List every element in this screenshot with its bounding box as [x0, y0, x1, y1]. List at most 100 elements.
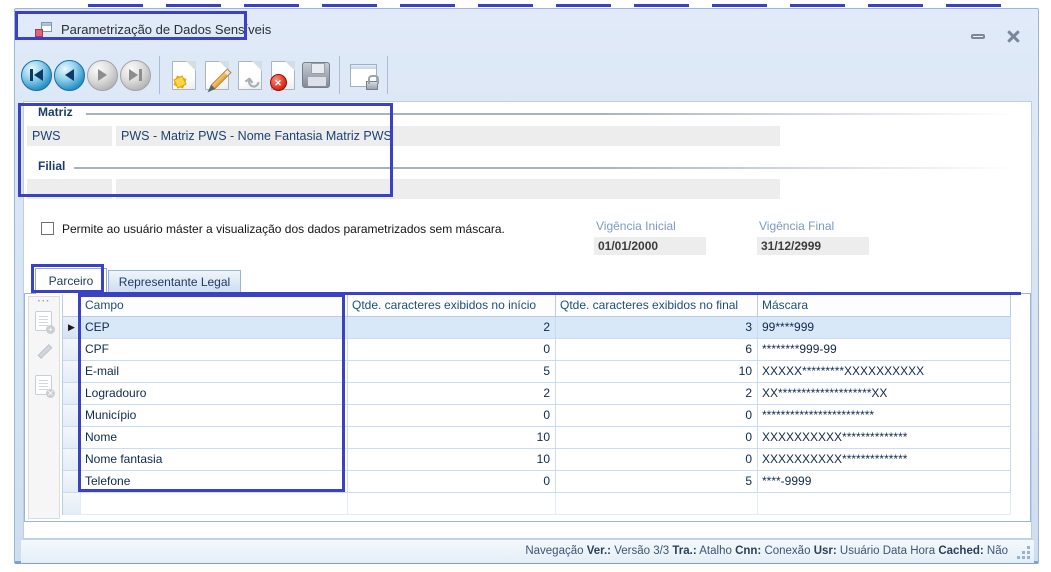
grid-header-inicio[interactable]: Qtde. caracteres exibidos no início	[348, 295, 556, 317]
filial-description-field[interactable]	[116, 179, 780, 199]
app-window: Parametrização de Dados Sensíveis ↶ ✕ Ma…	[14, 8, 1039, 564]
table-row[interactable]: ▶CEP2399****999	[63, 317, 1010, 339]
filial-group-label: Filial	[38, 159, 65, 173]
window-title: Parametrização de Dados Sensíveis	[61, 22, 271, 37]
row-selector-cell[interactable]	[63, 339, 81, 361]
row-selector-cell[interactable]	[63, 427, 81, 449]
cell-campo[interactable]: Telefone	[81, 471, 348, 493]
toolbar-separator	[339, 56, 340, 94]
nav-last-button[interactable]	[119, 55, 152, 95]
vigencia-inicial-label: Vigência Inicial	[596, 219, 676, 233]
cell-mascara[interactable]: XXXXXXXXXX**************	[758, 449, 1011, 471]
edit-record-button[interactable]	[200, 55, 233, 95]
row-delete-icon[interactable]: ✕	[35, 375, 52, 395]
nav-previous-icon	[54, 60, 85, 91]
cell-mascara[interactable]: XXXXXXXXXX**************	[758, 427, 1011, 449]
grid-header-campo[interactable]: Campo	[81, 295, 348, 317]
vigencia-inicial-value[interactable]: 01/01/2000	[594, 237, 706, 255]
nav-previous-button[interactable]	[53, 55, 86, 95]
table-row[interactable]: Nome100XXXXXXXXXX**************	[63, 427, 1010, 449]
edit-record-icon	[205, 61, 229, 90]
cell-qtde-final[interactable]: 5	[556, 471, 758, 493]
matriz-description-field[interactable]: PWS - Matriz PWS - Nome Fantasia Matriz …	[116, 126, 780, 146]
cell-qtde-final[interactable]: 3	[556, 317, 758, 339]
filial-group-line	[74, 167, 1017, 169]
nav-first-button[interactable]	[20, 55, 53, 95]
master-visibility-checkbox-label: Permite ao usuário máster a visualização…	[62, 222, 505, 236]
nav-last-icon	[120, 60, 151, 91]
cell-qtde-final[interactable]: 0	[556, 427, 758, 449]
statusbar-text: Navegação Ver.: Versão 3/3 Tra.: Atalho …	[525, 545, 1008, 557]
cell-qtde-final[interactable]: 10	[556, 361, 758, 383]
vigencia-final-value[interactable]: 31/12/2999	[757, 237, 869, 255]
save-button[interactable]	[299, 55, 332, 95]
cell-campo[interactable]: E-mail	[81, 361, 348, 383]
cell-campo[interactable]: CEP	[81, 317, 348, 339]
table-row[interactable]: Telefone05****-9999	[63, 471, 1010, 493]
cell-mascara[interactable]: 99****999	[758, 317, 1011, 339]
master-visibility-checkbox[interactable]	[41, 222, 54, 235]
new-record-button[interactable]	[167, 55, 200, 95]
cell-campo[interactable]: Nome fantasia	[81, 449, 348, 471]
delete-record-button[interactable]: ✕	[266, 55, 299, 95]
cell-mascara[interactable]: ****-9999	[758, 471, 1011, 493]
parametros-grid: Campo Qtde. caracteres exibidos no iníci…	[62, 295, 1010, 515]
row-selector-cell[interactable]: ▶	[63, 317, 81, 339]
row-edit-icon[interactable]	[38, 344, 53, 359]
cell-campo[interactable]: Nome	[81, 427, 348, 449]
lock-button[interactable]	[347, 55, 380, 95]
cell-campo[interactable]: Município	[81, 405, 348, 427]
row-selector-cell[interactable]	[63, 405, 81, 427]
toolbar-separator	[159, 56, 160, 94]
table-row[interactable]: Município00************************	[63, 405, 1010, 427]
cell-qtde-inicio[interactable]: 2	[348, 383, 556, 405]
tab-representante-legal[interactable]: Representante Legal	[108, 270, 241, 294]
row-selector-cell[interactable]	[63, 471, 81, 493]
table-row[interactable]: Nome fantasia100XXXXXXXXXX**************	[63, 449, 1010, 471]
tab-parceiro[interactable]: Parceiro	[35, 268, 107, 294]
table-row[interactable]: CPF06********999-99	[63, 339, 1010, 361]
toolbar: ↶ ✕	[15, 49, 1038, 101]
table-row[interactable]: Logradouro22XX********************XX	[63, 383, 1010, 405]
grid-header-final[interactable]: Qtde. caracteres exibidos no final	[556, 295, 758, 317]
cell-qtde-inicio[interactable]: 2	[348, 317, 556, 339]
nav-first-icon	[21, 60, 52, 91]
row-selector-cell[interactable]	[63, 383, 81, 405]
statusbar: Navegação Ver.: Versão 3/3 Tra.: Atalho …	[21, 539, 1034, 563]
cell-mascara[interactable]: ********999-99	[758, 339, 1011, 361]
cell-mascara[interactable]: XXXXX*********XXXXXXXXXX	[758, 361, 1011, 383]
undo-button[interactable]: ↶	[233, 55, 266, 95]
cell-mascara[interactable]: XX********************XX	[758, 383, 1011, 405]
cell-mascara[interactable]: ************************	[758, 405, 1011, 427]
cell-qtde-inicio[interactable]: 0	[348, 471, 556, 493]
row-selector-cell[interactable]	[63, 361, 81, 383]
matriz-group-label: Matriz	[38, 105, 73, 119]
close-icon[interactable]	[1007, 30, 1020, 43]
resize-grip-icon[interactable]	[1017, 546, 1031, 560]
grid-header-mascara[interactable]: Máscara	[758, 295, 1011, 317]
matriz-code-field[interactable]: PWS	[27, 126, 112, 146]
grid-header-row: Campo Qtde. caracteres exibidos no iníci…	[63, 295, 1010, 317]
cell-qtde-final[interactable]: 0	[556, 405, 758, 427]
cell-qtde-inicio[interactable]: 0	[348, 339, 556, 361]
cell-qtde-inicio[interactable]: 0	[348, 405, 556, 427]
cell-qtde-final[interactable]: 6	[556, 339, 758, 361]
row-selector-cell[interactable]	[63, 449, 81, 471]
table-row[interactable]: E-mail510XXXXX*********XXXXXXXXXX	[63, 361, 1010, 383]
cell-qtde-inicio[interactable]: 10	[348, 449, 556, 471]
cell-campo[interactable]: Logradouro	[81, 383, 348, 405]
filial-code-field[interactable]	[27, 179, 112, 199]
cell-qtde-inicio[interactable]: 10	[348, 427, 556, 449]
grid-side-toolbar: ··· + ✕	[28, 296, 60, 519]
toolbar-separator	[387, 56, 388, 94]
cell-qtde-final[interactable]: 2	[556, 383, 758, 405]
save-icon	[302, 62, 330, 88]
side-toolbar-grip[interactable]: ···	[29, 297, 59, 306]
minimize-icon[interactable]	[971, 34, 985, 39]
app-icon	[35, 22, 52, 37]
cell-qtde-final[interactable]: 0	[556, 449, 758, 471]
cell-qtde-inicio[interactable]: 5	[348, 361, 556, 383]
row-add-icon[interactable]: +	[35, 311, 52, 331]
cell-campo[interactable]: CPF	[81, 339, 348, 361]
nav-next-button[interactable]	[86, 55, 119, 95]
